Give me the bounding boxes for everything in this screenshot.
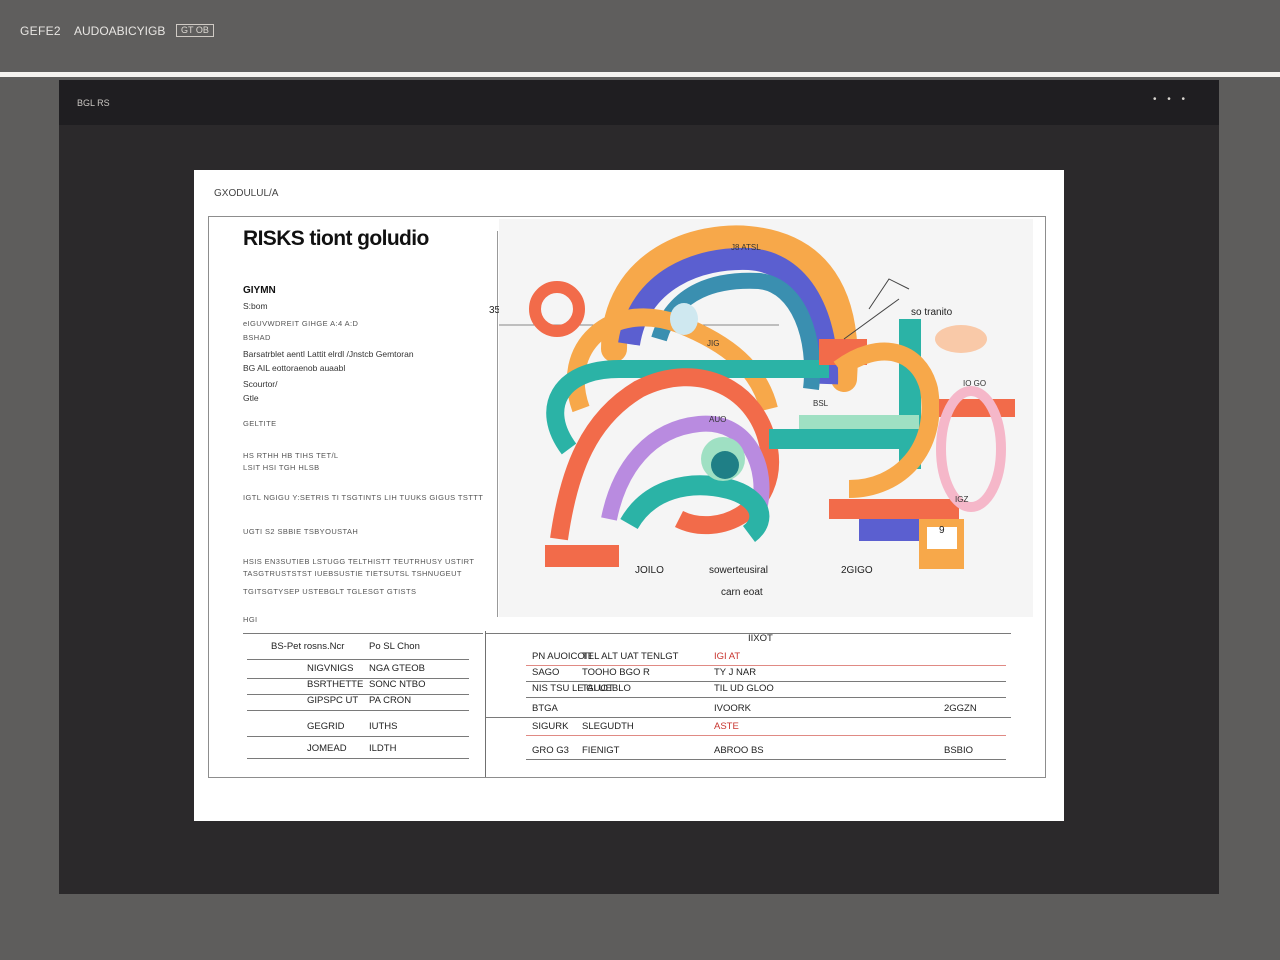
viewer-title: BGL RS [77, 98, 110, 108]
table-cell: TIL UD GLOO [714, 683, 774, 694]
center-label: AUO [709, 415, 727, 424]
more-options-icon[interactable]: • • • [1153, 94, 1189, 105]
table-cell: ILDTH [369, 743, 397, 754]
axis-center-label: sowerteusiral [709, 565, 768, 576]
table-cell: JOMEAD [307, 743, 347, 754]
left-table: BS-Pet rosns.Ncr Po SL Chon NIGVNIGS NGA … [243, 633, 485, 779]
table-cell: GIPSPC UT [307, 695, 359, 706]
table-cell: SAGO [532, 667, 560, 678]
document-text-line: Scourtor/ [243, 379, 278, 389]
document-text-line: GELTITE [243, 419, 277, 428]
teal-label: BSL [813, 399, 829, 408]
column-divider [497, 231, 498, 617]
document-text-line: eIGUVWDREIT GIHGE A:4 A:D [243, 319, 359, 328]
document-text-line: TGITSGTYSEP USTEBGLT TGLESGT GTISTS [243, 587, 417, 596]
table-cell: SONC NTBO [369, 679, 426, 690]
table-cell: IUTHS [369, 721, 398, 732]
document-text-line: UGTI S2 SBBIE TSBYOUSTAH [243, 527, 359, 536]
table-rule [526, 759, 1006, 760]
document-text-line: HS RTHH HB TIHS TET/L [243, 451, 339, 460]
file-name[interactable]: AUDOABICYIGB [74, 24, 165, 38]
table-rule [247, 710, 469, 711]
document-text-line: GIYMN [243, 285, 276, 296]
table-cell: NGA GTEOB [369, 663, 425, 674]
table-cell: ASTE [714, 721, 739, 732]
table-rule [526, 665, 1006, 666]
app-titlebar: GEFE2 AUDOABICYIGB GT OB [0, 0, 1280, 72]
app-name: GEFE2 [20, 24, 61, 38]
document-text-line: TASGTRUSTSTST IUEBSUSTIE TIETSUTSL TSHNU… [243, 569, 462, 578]
document-text-line: Gtle [243, 393, 259, 403]
document-text-line: HGI [243, 615, 258, 624]
table-rule [247, 736, 469, 737]
table-rule [526, 681, 1006, 682]
left-table-header-b: Po SL Chon [369, 641, 420, 652]
right-table: IIXOT PN AUOICOIT TEL ALT UAT TENLGT IGI A… [486, 633, 1026, 779]
document-text-line: LSIT HSI TGH HLSB [243, 463, 320, 472]
left-table-header-a: BS-Pet rosns.Ncr [271, 641, 345, 652]
right-small-label: IO GO [963, 379, 987, 388]
arc-label: J8 ATSL [731, 243, 761, 252]
document-text-line: S:bom [243, 301, 268, 311]
page-label: GXODULUL/A [214, 188, 279, 199]
table-cell: GRO G3 [532, 745, 569, 756]
table-cell: PA CRON [369, 695, 412, 706]
document-text-line: BSHAD [243, 333, 271, 342]
table-rule [486, 717, 1011, 718]
document-text-line: Barsatrblet aentl Lattit elrdl /Jnstcb G… [243, 349, 414, 359]
table-rule [526, 735, 1006, 736]
axis-left-label: JOILO [635, 565, 664, 576]
table-cell: TEL ALT UAT TENLGT [582, 651, 679, 662]
table-cell: IVOORK [714, 703, 751, 714]
table-cell: TOOHO BGO R [582, 667, 650, 678]
titlebar-divider [0, 72, 1280, 77]
abstract-diagram [499, 225, 1015, 569]
table-cell: 2GGZN [944, 703, 977, 714]
table-cell: TY J NAR [714, 667, 757, 678]
table-cell: GEGRID [307, 721, 345, 732]
document-viewer: BGL RS • • • GXODULUL/A RISKS tiont golu… [59, 80, 1219, 894]
document-text-line: IGTL NGIGU Y:SETRIS TI TSGTINTS LIH TUUK… [243, 493, 484, 502]
table-cell: BSRTHETTE [307, 679, 364, 690]
table-cell: BSBIO [944, 745, 974, 756]
table-cell: SIGURK [532, 721, 569, 732]
axis-title: carn eoat [721, 587, 763, 598]
mid-label: JIG [707, 339, 720, 348]
right-table-header: IIXOT [748, 633, 773, 644]
table-rule [526, 697, 1006, 698]
table-cell: TAI UEBLO [582, 683, 631, 694]
document-text-column: RISKS tiont goludio GIYMN S:bom eIGUVWDREI… [209, 217, 497, 635]
table-cell: IGI AT [714, 651, 741, 662]
right-number-label: 9 [939, 525, 945, 536]
table-cell: SLEGUDTH [582, 721, 634, 732]
file-badge: GT OB [176, 24, 214, 37]
table-cell: FIENIGT [582, 745, 620, 756]
right-side-label: IGZ [955, 495, 969, 504]
document-text-line: BG AIL eottoraenob auaabl [243, 363, 346, 373]
document-frame: RISKS tiont goludio GIYMN S:bom eIGUVWDREI… [208, 216, 1046, 778]
document-text-line: HSIS EN3SUTIEB LSTUGG TELTHISTT TEUTRHUS… [243, 557, 475, 566]
document-page: GXODULUL/A RISKS tiont goludio GIYMN S:bo… [194, 170, 1064, 821]
table-rule [247, 758, 469, 759]
table-rule [247, 659, 469, 660]
axis-right-label: 2GIGO [841, 565, 873, 576]
diagram-illustration: J8 ATSL so tranito JIG AUO BSL IO GO IGZ… [499, 219, 1033, 617]
table-cell: BTGA [532, 703, 558, 714]
table-cell: ABROO BS [714, 745, 764, 756]
viewer-toolbar: BGL RS • • • [59, 80, 1219, 125]
callout-label: so tranito [911, 307, 953, 318]
document-title: RISKS tiont goludio [243, 227, 429, 250]
table-rule [243, 633, 483, 634]
table-cell: NIGVNIGS [307, 663, 354, 674]
